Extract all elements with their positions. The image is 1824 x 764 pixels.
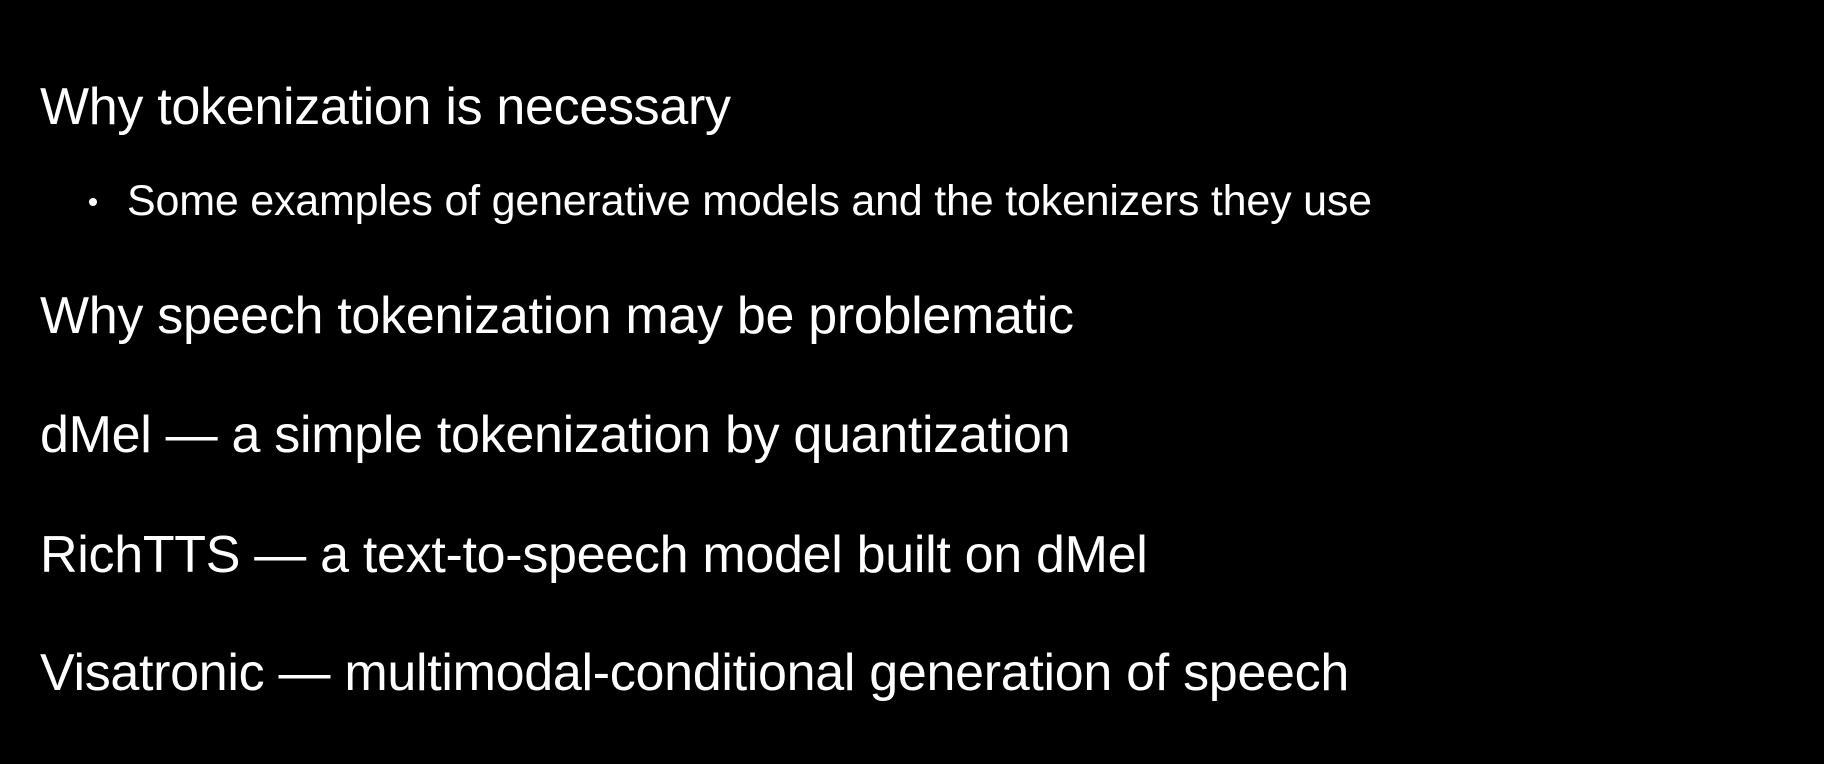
bullet-dot-icon (89, 198, 97, 206)
agenda-item-richtts: RichTTS — a text-to-speech model built o… (40, 526, 1148, 584)
agenda-item-speech-tokenization: Why speech tokenization may be problemat… (40, 287, 1074, 345)
agenda-item-tokenization-necessity: Why tokenization is necessary (40, 78, 731, 136)
agenda-item-dmel: dMel — a simple tokenization by quantiza… (40, 406, 1071, 464)
agenda-subitem-label: Some examples of generative models and t… (127, 177, 1372, 225)
agenda-item-visatronic: Visatronic — multimodal-conditional gene… (40, 644, 1349, 702)
slide: Why tokenization is necessary Some examp… (0, 0, 1824, 764)
